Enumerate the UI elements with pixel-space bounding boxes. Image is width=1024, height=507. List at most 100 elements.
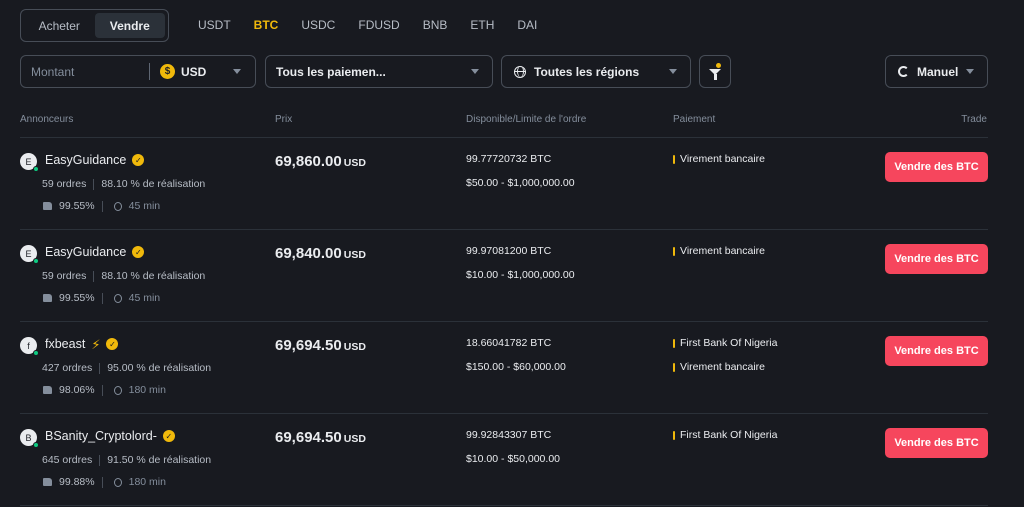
online-status-dot [33, 350, 39, 356]
sell-btc-button[interactable]: Vendre des BTC [885, 152, 988, 182]
coin-tabs: USDT BTC USDC FDUSD BNB ETH DAI [198, 18, 560, 32]
advertiser-name[interactable]: BSanity_Cryptolord- ✓ [45, 429, 175, 443]
advertiser-metrics: 99.55% 45 min [43, 292, 160, 304]
chevron-down-icon [233, 69, 241, 74]
coin-tab-usdc[interactable]: USDC [301, 18, 335, 32]
positive-rating: 99.88% [59, 476, 95, 488]
advertiser-stats: 645 ordres 91.50 % de réalisation [42, 454, 211, 466]
price: 69,694.50 USD [275, 337, 366, 355]
advertiser-name-label: fxbeast [45, 337, 86, 351]
buy-tab[interactable]: Acheter [24, 13, 95, 38]
advertiser-name[interactable]: fxbeast ⚡ ✓ [45, 337, 119, 351]
sell-btc-button[interactable]: Vendre des BTC [885, 244, 988, 274]
globe-icon [514, 65, 526, 78]
avg-release-time: 180 min [128, 476, 166, 488]
payment-method-label: First Bank Of Nigeria [680, 337, 778, 349]
stats-divider [99, 362, 101, 374]
coin-tab-bnb[interactable]: BNB [423, 18, 448, 32]
filter-button[interactable] [699, 55, 731, 88]
advertiser-stats: 59 ordres 88.10 % de réalisation [42, 178, 205, 190]
order-count: 59 ordres [42, 178, 87, 190]
ad-row: E EasyGuidance ✓ 59 ordres 88.10 % de réalis… [20, 230, 988, 322]
online-status-dot [33, 258, 39, 264]
positive-rating: 98.06% [59, 384, 95, 396]
order-limit: $10.00 - $1,000,000.00 [466, 269, 575, 281]
payment-filter[interactable]: Tous les paiemen... [265, 55, 493, 88]
payment-bar-icon [673, 430, 675, 440]
amount-input[interactable] [21, 56, 149, 87]
payment-bar-icon [673, 154, 675, 164]
advertiser-metrics: 98.06% 180 min [43, 384, 166, 396]
stats-divider [93, 178, 95, 190]
payment-method-label: First Bank Of Nigeria [680, 429, 778, 441]
refresh-icon [898, 66, 909, 77]
header-price: Prix [275, 114, 293, 125]
sell-btc-button[interactable]: Vendre des BTC [885, 336, 988, 366]
region-filter[interactable]: Toutes les régions [501, 55, 691, 88]
verified-badge-icon: ✓ [132, 246, 145, 258]
currency-select[interactable]: $ USD [150, 56, 255, 87]
payment-method: First Bank Of Nigeria [673, 429, 777, 441]
payment-bar-icon [673, 338, 675, 348]
ad-row: E EasyGuidance ✓ 59 ordres 88.10 % de réalis… [20, 138, 988, 230]
completion-rate: 88.10 % de réalisation [101, 270, 206, 282]
advertiser-name[interactable]: EasyGuidance ✓ [45, 153, 145, 167]
stats-divider [99, 454, 101, 466]
price: 69,840.00 USD [275, 245, 366, 263]
advertiser-name-label: EasyGuidance [45, 153, 127, 167]
refresh-mode-select[interactable]: Manuel [885, 55, 988, 88]
payment-method: Virement bancaire [673, 361, 765, 373]
thumbs-up-icon [43, 386, 52, 394]
header-advertisers: Annonceurs [20, 114, 74, 125]
coin-tab-usdt[interactable]: USDT [198, 18, 231, 32]
advertiser-name[interactable]: EasyGuidance ✓ [45, 245, 145, 259]
price: 69,694.50 USD [275, 429, 366, 447]
sell-btc-button[interactable]: Vendre des BTC [885, 428, 988, 458]
payment-method-label: Virement bancaire [680, 245, 766, 257]
filter-active-dot [716, 63, 721, 68]
thumbs-up-icon [43, 478, 52, 486]
payment-bar-icon [673, 362, 675, 372]
order-count: 645 ordres [42, 454, 93, 466]
refresh-mode-label: Manuel [917, 64, 959, 79]
payment-method-label: Virement bancaire [680, 153, 766, 165]
price-unit: USD [343, 341, 366, 353]
coin-tab-dai[interactable]: DAI [517, 18, 537, 32]
avg-release-time: 180 min [128, 384, 166, 396]
payment-method: First Bank Of Nigeria [673, 337, 777, 349]
order-count: 427 ordres [42, 362, 93, 374]
currency-label: USD [181, 64, 207, 79]
metrics-divider [101, 200, 103, 212]
advertiser-name-label: BSanity_Cryptolord- [45, 429, 157, 443]
header-available: Disponible/Limite de l'ordre [466, 114, 587, 125]
advertiser-stats: 427 ordres 95.00 % de réalisation [42, 362, 211, 374]
price-value: 69,694.50 [275, 429, 342, 446]
completion-rate: 95.00 % de réalisation [107, 362, 212, 374]
verified-badge-icon: ✓ [106, 338, 119, 350]
trade-side-toggle: Acheter Vendre [20, 9, 169, 42]
price-value: 69,860.00 [275, 153, 342, 170]
avg-release-time: 45 min [128, 200, 161, 212]
payment-method-label: Virement bancaire [680, 361, 766, 373]
metrics-divider [101, 384, 103, 396]
coin-tab-btc[interactable]: BTC [254, 18, 279, 32]
advertiser-stats: 59 ordres 88.10 % de réalisation [42, 270, 205, 282]
metrics-divider [101, 476, 103, 488]
coin-tab-fdusd[interactable]: FDUSD [358, 18, 399, 32]
region-filter-label: Toutes les régions [534, 64, 640, 79]
order-count: 59 ordres [42, 270, 87, 282]
stopwatch-icon [113, 477, 122, 487]
advertiser-metrics: 99.55% 45 min [43, 200, 160, 212]
thumbs-up-icon [43, 294, 52, 302]
avg-release-time: 45 min [128, 292, 161, 304]
coin-tab-eth[interactable]: ETH [470, 18, 494, 32]
usd-coin-icon: $ [160, 64, 175, 79]
amount-filter: $ USD [20, 55, 256, 88]
available-amount: 99.92843307 BTC [466, 429, 552, 441]
header-payment: Paiement [673, 114, 716, 125]
sell-tab[interactable]: Vendre [94, 13, 165, 38]
metrics-divider [101, 292, 103, 304]
stopwatch-icon [113, 293, 122, 303]
advertiser-metrics: 99.88% 180 min [43, 476, 166, 488]
available-amount: 18.66041782 BTC [466, 337, 552, 349]
